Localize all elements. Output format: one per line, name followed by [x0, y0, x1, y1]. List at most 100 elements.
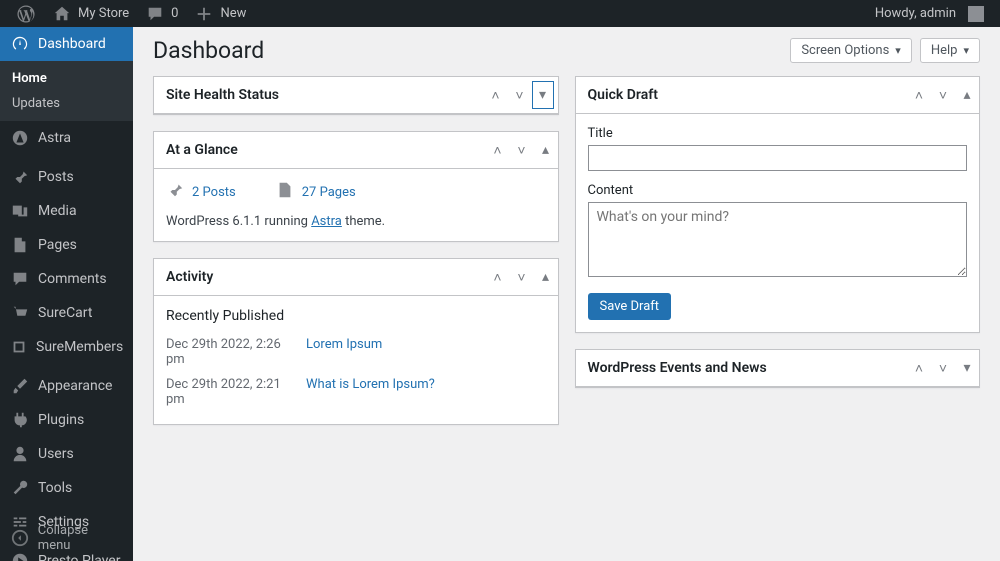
toggle-up-icon[interactable]: ▴: [955, 77, 979, 113]
events-title: WordPress Events and News: [576, 350, 908, 386]
sidebar-item-plugins[interactable]: Plugins: [0, 403, 133, 437]
media-icon: [10, 201, 30, 221]
page-header: Dashboard Screen Options Help: [153, 37, 980, 64]
activity-row: Dec 29th 2022, 2:26 pm Lorem Ipsum: [166, 332, 546, 372]
comments-count: 0: [171, 6, 178, 21]
sidebar-label: Tools: [38, 480, 72, 496]
glance-title: At a Glance: [154, 132, 486, 168]
pin-icon: [10, 167, 30, 187]
postbox-events: WordPress Events and News ˄ ˅ ▾: [575, 349, 981, 388]
sidebar-label: Plugins: [38, 412, 84, 428]
toggle-up-icon[interactable]: ▴: [534, 132, 558, 168]
sidebar-item-pages[interactable]: Pages: [0, 228, 133, 262]
move-down-icon[interactable]: ˅: [508, 77, 532, 113]
admin-bar: My Store 0 New Howdy, admin: [0, 0, 1000, 27]
activity-date: Dec 29th 2022, 2:21 pm: [166, 377, 296, 407]
page-title: Dashboard: [153, 37, 264, 64]
activity-post-link[interactable]: What is Lorem Ipsum?: [306, 377, 435, 407]
quickdraft-title: Quick Draft: [576, 77, 908, 113]
sidebar-label: Users: [38, 446, 74, 462]
postbox-activity: Activity ˄ ˅ ▴ Recently Published Dec 29…: [153, 258, 559, 425]
sidebar-item-appearance[interactable]: Appearance: [0, 369, 133, 403]
move-up-icon[interactable]: ˄: [907, 77, 931, 113]
brush-icon: [10, 376, 30, 396]
astra-icon: [10, 128, 30, 148]
toggle-down-icon[interactable]: ▾: [955, 350, 979, 386]
sidebar-label: SureCart: [38, 305, 92, 321]
move-up-icon[interactable]: ˄: [484, 77, 508, 113]
avatar: [968, 6, 984, 22]
move-up-icon[interactable]: ˄: [486, 259, 510, 295]
activity-post-link[interactable]: Lorem Ipsum: [306, 337, 382, 367]
sub-item-updates[interactable]: Updates: [0, 91, 133, 116]
help-button[interactable]: Help: [920, 38, 980, 63]
content-textarea[interactable]: [588, 202, 968, 277]
comments-link[interactable]: 0: [137, 0, 186, 27]
wp-logo[interactable]: [8, 0, 44, 27]
sidebar-item-comments[interactable]: Comments: [0, 262, 133, 296]
move-up-icon[interactable]: ˄: [486, 132, 510, 168]
wrench-icon: [10, 478, 30, 498]
sidebar-item-tools[interactable]: Tools: [0, 471, 133, 505]
page-icon: [276, 181, 294, 204]
pages-link[interactable]: 27 Pages: [302, 185, 356, 200]
move-down-icon[interactable]: ˅: [931, 350, 955, 386]
dashboard-submenu: Home Updates: [0, 61, 133, 121]
user-icon: [10, 444, 30, 464]
activity-row: Dec 29th 2022, 2:21 pm What is Lorem Ips…: [166, 372, 546, 412]
postbox-site-health: Site Health Status ˄ ˅ ▾: [153, 76, 559, 115]
sidebar-item-users[interactable]: Users: [0, 437, 133, 471]
wordpress-icon: [16, 4, 36, 24]
page-icon: [10, 235, 30, 255]
members-icon: [10, 337, 28, 357]
save-draft-button[interactable]: Save Draft: [588, 293, 672, 320]
home-icon: [52, 4, 72, 24]
site-health-title: Site Health Status: [154, 77, 484, 113]
collapse-label: Collapse menu: [38, 523, 123, 553]
sidebar-item-posts[interactable]: Posts: [0, 160, 133, 194]
postbox-quickdraft: Quick Draft ˄ ˅ ▴ Title Content Save Dra…: [575, 76, 981, 333]
sidebar-label: Comments: [38, 271, 107, 287]
collapse-menu[interactable]: Collapse menu: [0, 515, 133, 561]
move-down-icon[interactable]: ˅: [510, 259, 534, 295]
sidebar-label: Media: [38, 203, 77, 219]
move-up-icon[interactable]: ˄: [907, 350, 931, 386]
activity-date: Dec 29th 2022, 2:26 pm: [166, 337, 296, 367]
sidebar-item-media[interactable]: Media: [0, 194, 133, 228]
new-link[interactable]: New: [186, 0, 254, 27]
pin-icon: [166, 181, 184, 204]
howdy-link[interactable]: Howdy, admin: [867, 0, 992, 27]
dropdown-toggle-icon[interactable]: ▾: [532, 81, 554, 109]
sidebar-item-surecart[interactable]: SureCart: [0, 296, 133, 330]
sidebar-item-astra[interactable]: Astra: [0, 121, 133, 155]
site-name-link[interactable]: My Store: [44, 0, 137, 27]
title-input[interactable]: [588, 145, 968, 171]
toggle-up-icon[interactable]: ▴: [534, 259, 558, 295]
plugin-icon: [10, 410, 30, 430]
new-label: New: [220, 6, 246, 21]
howdy-text: Howdy, admin: [875, 6, 956, 21]
dashboard-icon: [10, 34, 30, 54]
comment-icon: [10, 269, 30, 289]
sidebar-label: Pages: [38, 237, 77, 253]
collapse-icon: [10, 528, 30, 548]
main-content: Dashboard Screen Options Help Site Healt…: [133, 0, 1000, 425]
move-down-icon[interactable]: ˅: [510, 132, 534, 168]
title-label: Title: [588, 126, 968, 141]
move-down-icon[interactable]: ˅: [931, 77, 955, 113]
sidebar-item-dashboard[interactable]: Dashboard: [0, 27, 133, 61]
sidebar-label: Appearance: [38, 378, 112, 394]
sidebar-label: SureMembers: [36, 339, 123, 355]
sub-item-home[interactable]: Home: [0, 66, 133, 91]
sidebar-label: Astra: [38, 130, 71, 146]
cart-icon: [10, 303, 30, 323]
sidebar-label: Posts: [38, 169, 74, 185]
site-name: My Store: [78, 6, 129, 21]
sidebar-label: Dashboard: [38, 36, 106, 52]
sidebar-item-suremembers[interactable]: SureMembers: [0, 330, 133, 364]
postbox-glance: At a Glance ˄ ˅ ▴ 2 Posts: [153, 131, 559, 242]
screen-options-button[interactable]: Screen Options: [790, 38, 912, 63]
posts-link[interactable]: 2 Posts: [192, 185, 236, 200]
theme-link[interactable]: Astra: [311, 214, 342, 229]
content-label: Content: [588, 183, 968, 198]
